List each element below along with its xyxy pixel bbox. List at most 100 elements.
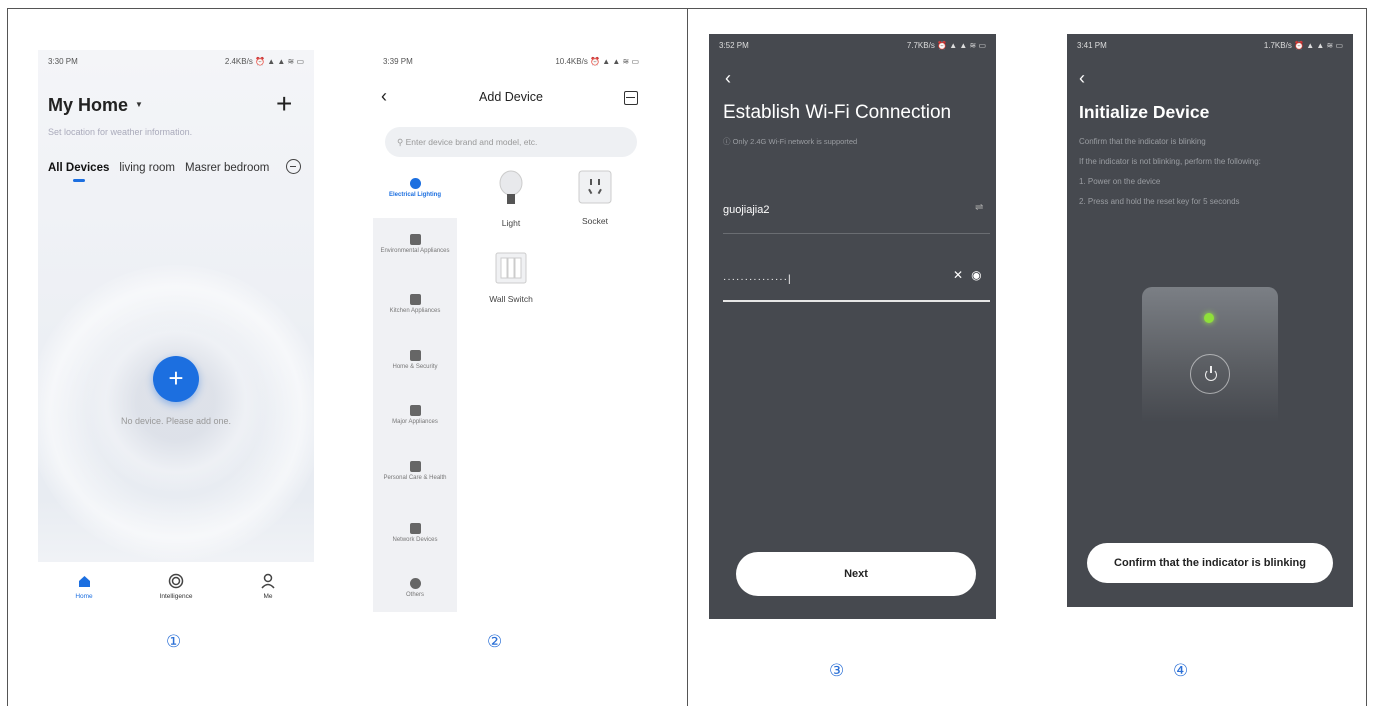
bulb-icon <box>499 170 523 204</box>
category-label: Kitchen Appliances <box>389 308 441 314</box>
tab-indicator <box>73 179 85 182</box>
scale-icon <box>409 461 421 472</box>
plus-icon[interactable]: + <box>276 88 292 120</box>
password-field[interactable]: ···············| <box>723 274 792 285</box>
nav-me[interactable]: Me <box>233 572 303 600</box>
status-indicators: 10.4KB/s ⏰ ▲ ▲ ≋ ▭ <box>555 56 639 66</box>
step-label-2: ② <box>487 632 503 652</box>
home-icon <box>78 572 91 590</box>
instruction-line: Confirm that the indicator is blinking <box>1079 137 1206 146</box>
category-network[interactable]: Network Devices <box>373 523 457 544</box>
category-label: Environmental Appliances <box>380 248 450 254</box>
category-label: Personal Care & Health <box>383 475 447 481</box>
socket-icon <box>578 170 612 204</box>
empty-state-message: No device. Please add one. <box>120 416 232 426</box>
page-title: Initialize Device <box>1079 102 1210 122</box>
device-label: Light <box>501 218 521 228</box>
back-icon[interactable]: ‹ <box>725 68 731 89</box>
nav-me-label: Me <box>263 593 273 600</box>
caret-down-icon[interactable]: ▼ <box>135 100 143 109</box>
tab-living-room[interactable]: living room <box>119 162 175 174</box>
initialize-device-screen: 3:41 PM 1.7KB/s ⏰ ▲ ▲ ≋ ▭ ‹ Initialize D… <box>1067 34 1353 607</box>
room-tabs: All Devices living room Masrer bedroom <box>48 162 269 174</box>
fan-icon <box>409 234 421 245</box>
page-title: Add Device <box>479 90 543 104</box>
nav-home-label: Home <box>75 593 93 600</box>
device-label: Socket <box>582 216 608 226</box>
nav-home[interactable]: Home <box>49 572 119 600</box>
instruction-line: 1. Power on the device <box>1079 177 1161 186</box>
category-label: Major Appliances <box>392 419 438 425</box>
status-indicators: 2.4KB/s ⏰ ▲ ▲ ≋ ▭ <box>224 56 304 66</box>
tab-all-devices[interactable]: All Devices <box>48 162 109 174</box>
step-label-4: ④ <box>1173 661 1189 681</box>
bottom-nav: Home Intelligence Me <box>38 562 314 610</box>
tab-bedroom[interactable]: Masrer bedroom <box>185 162 269 174</box>
scan-icon[interactable] <box>624 91 638 105</box>
device-label: Wall Switch <box>489 294 533 304</box>
nav-intelligence-label: Intelligence <box>159 593 193 600</box>
step-label-1: ① <box>166 632 182 652</box>
category-major-appliances[interactable]: Major Appliances <box>373 405 457 426</box>
instruction-line: 2. Press and hold the reset key for 5 se… <box>1079 197 1240 206</box>
home-screen: 3:30 PM 2.4KB/s ⏰ ▲ ▲ ≋ ▭ My Home ▼ + Se… <box>38 50 314 610</box>
intelligence-icon <box>168 572 184 590</box>
status-indicators: 7.7KB/s ⏰ ▲ ▲ ≋ ▭ <box>906 40 986 50</box>
panel-divider <box>687 8 688 706</box>
indicator-led <box>1204 313 1214 323</box>
ssid-field[interactable]: guojiajia2 <box>723 204 769 216</box>
search-input[interactable]: ⚲ Enter device brand and model, etc. <box>385 127 637 157</box>
eye-icon[interactable]: ◉ <box>971 268 981 282</box>
kitchen-icon <box>409 294 421 305</box>
category-environmental[interactable]: Environmental Appliances <box>373 234 457 255</box>
category-others[interactable]: Others <box>373 578 457 599</box>
instruction-line: If the indicator is not blinking, perfor… <box>1079 157 1261 166</box>
search-icon: ⚲ <box>397 137 406 147</box>
status-time: 3:52 PM <box>719 40 749 50</box>
weather-location-hint[interactable]: Set location for weather information. <box>48 127 192 137</box>
search-placeholder: Enter device brand and model, etc. <box>405 137 538 147</box>
category-label: Electrical Lighting <box>388 192 441 198</box>
category-kitchen[interactable]: Kitchen Appliances <box>373 294 457 315</box>
manage-rooms-icon[interactable] <box>286 159 301 174</box>
category-label: Network Devices <box>392 537 438 543</box>
ssid-underline <box>723 233 990 234</box>
category-label: Home & Security <box>392 364 438 370</box>
status-bar: 3:41 PM 1.7KB/s ⏰ ▲ ▲ ≋ ▭ <box>1067 34 1353 56</box>
decorative-arc-inner <box>86 312 266 492</box>
status-indicators: 1.7KB/s ⏰ ▲ ▲ ≋ ▭ <box>1263 40 1343 50</box>
status-time: 3:41 PM <box>1077 40 1107 50</box>
wifi-note: ⓘ Only 2.4G Wi-Fi network is supported <box>723 136 857 147</box>
page-title: Establish Wi-Fi Connection <box>723 102 952 123</box>
category-home-security[interactable]: Home & Security <box>373 350 457 371</box>
password-actions: ✕ ◉ <box>953 268 982 282</box>
more-icon <box>409 578 421 589</box>
device-illustration <box>1142 287 1278 422</box>
device-socket[interactable]: Socket <box>565 170 625 226</box>
next-button[interactable]: Next <box>736 552 976 596</box>
bulb-icon <box>409 178 421 189</box>
status-bar: 3:52 PM 7.7KB/s ⏰ ▲ ▲ ≋ ▭ <box>709 34 996 56</box>
device-light[interactable]: Light <box>481 170 541 228</box>
category-electrical-lighting[interactable]: Electrical Lighting <box>373 178 457 199</box>
category-sidebar: Electrical Lighting Environmental Applia… <box>373 168 457 612</box>
back-icon[interactable]: ‹ <box>1079 68 1085 89</box>
step-label-3: ③ <box>829 661 845 681</box>
category-personal-care[interactable]: Personal Care & Health <box>373 461 457 482</box>
device-wall-switch[interactable]: Wall Switch <box>481 252 541 304</box>
wifi-connection-screen: 3:52 PM 7.7KB/s ⏰ ▲ ▲ ≋ ▭ ‹ Establish Wi… <box>709 34 996 619</box>
camera-icon <box>409 350 421 361</box>
power-icon <box>1190 354 1230 394</box>
add-device-button[interactable]: + <box>153 356 199 402</box>
nav-intelligence[interactable]: Intelligence <box>141 572 211 600</box>
instructions: Confirm that the indicator is blinking I… <box>1079 132 1261 212</box>
status-bar: 3:39 PM 10.4KB/s ⏰ ▲ ▲ ≋ ▭ <box>373 50 649 72</box>
home-title[interactable]: My Home <box>48 95 128 116</box>
status-time: 3:30 PM <box>48 56 78 66</box>
user-icon <box>260 572 276 590</box>
confirm-blinking-button[interactable]: Confirm that the indicator is blinking <box>1087 543 1333 583</box>
wall-switch-icon <box>495 252 527 284</box>
switch-network-icon[interactable]: ⇌ <box>975 202 983 213</box>
status-time: 3:39 PM <box>383 56 413 66</box>
clear-icon[interactable]: ✕ <box>953 268 963 282</box>
